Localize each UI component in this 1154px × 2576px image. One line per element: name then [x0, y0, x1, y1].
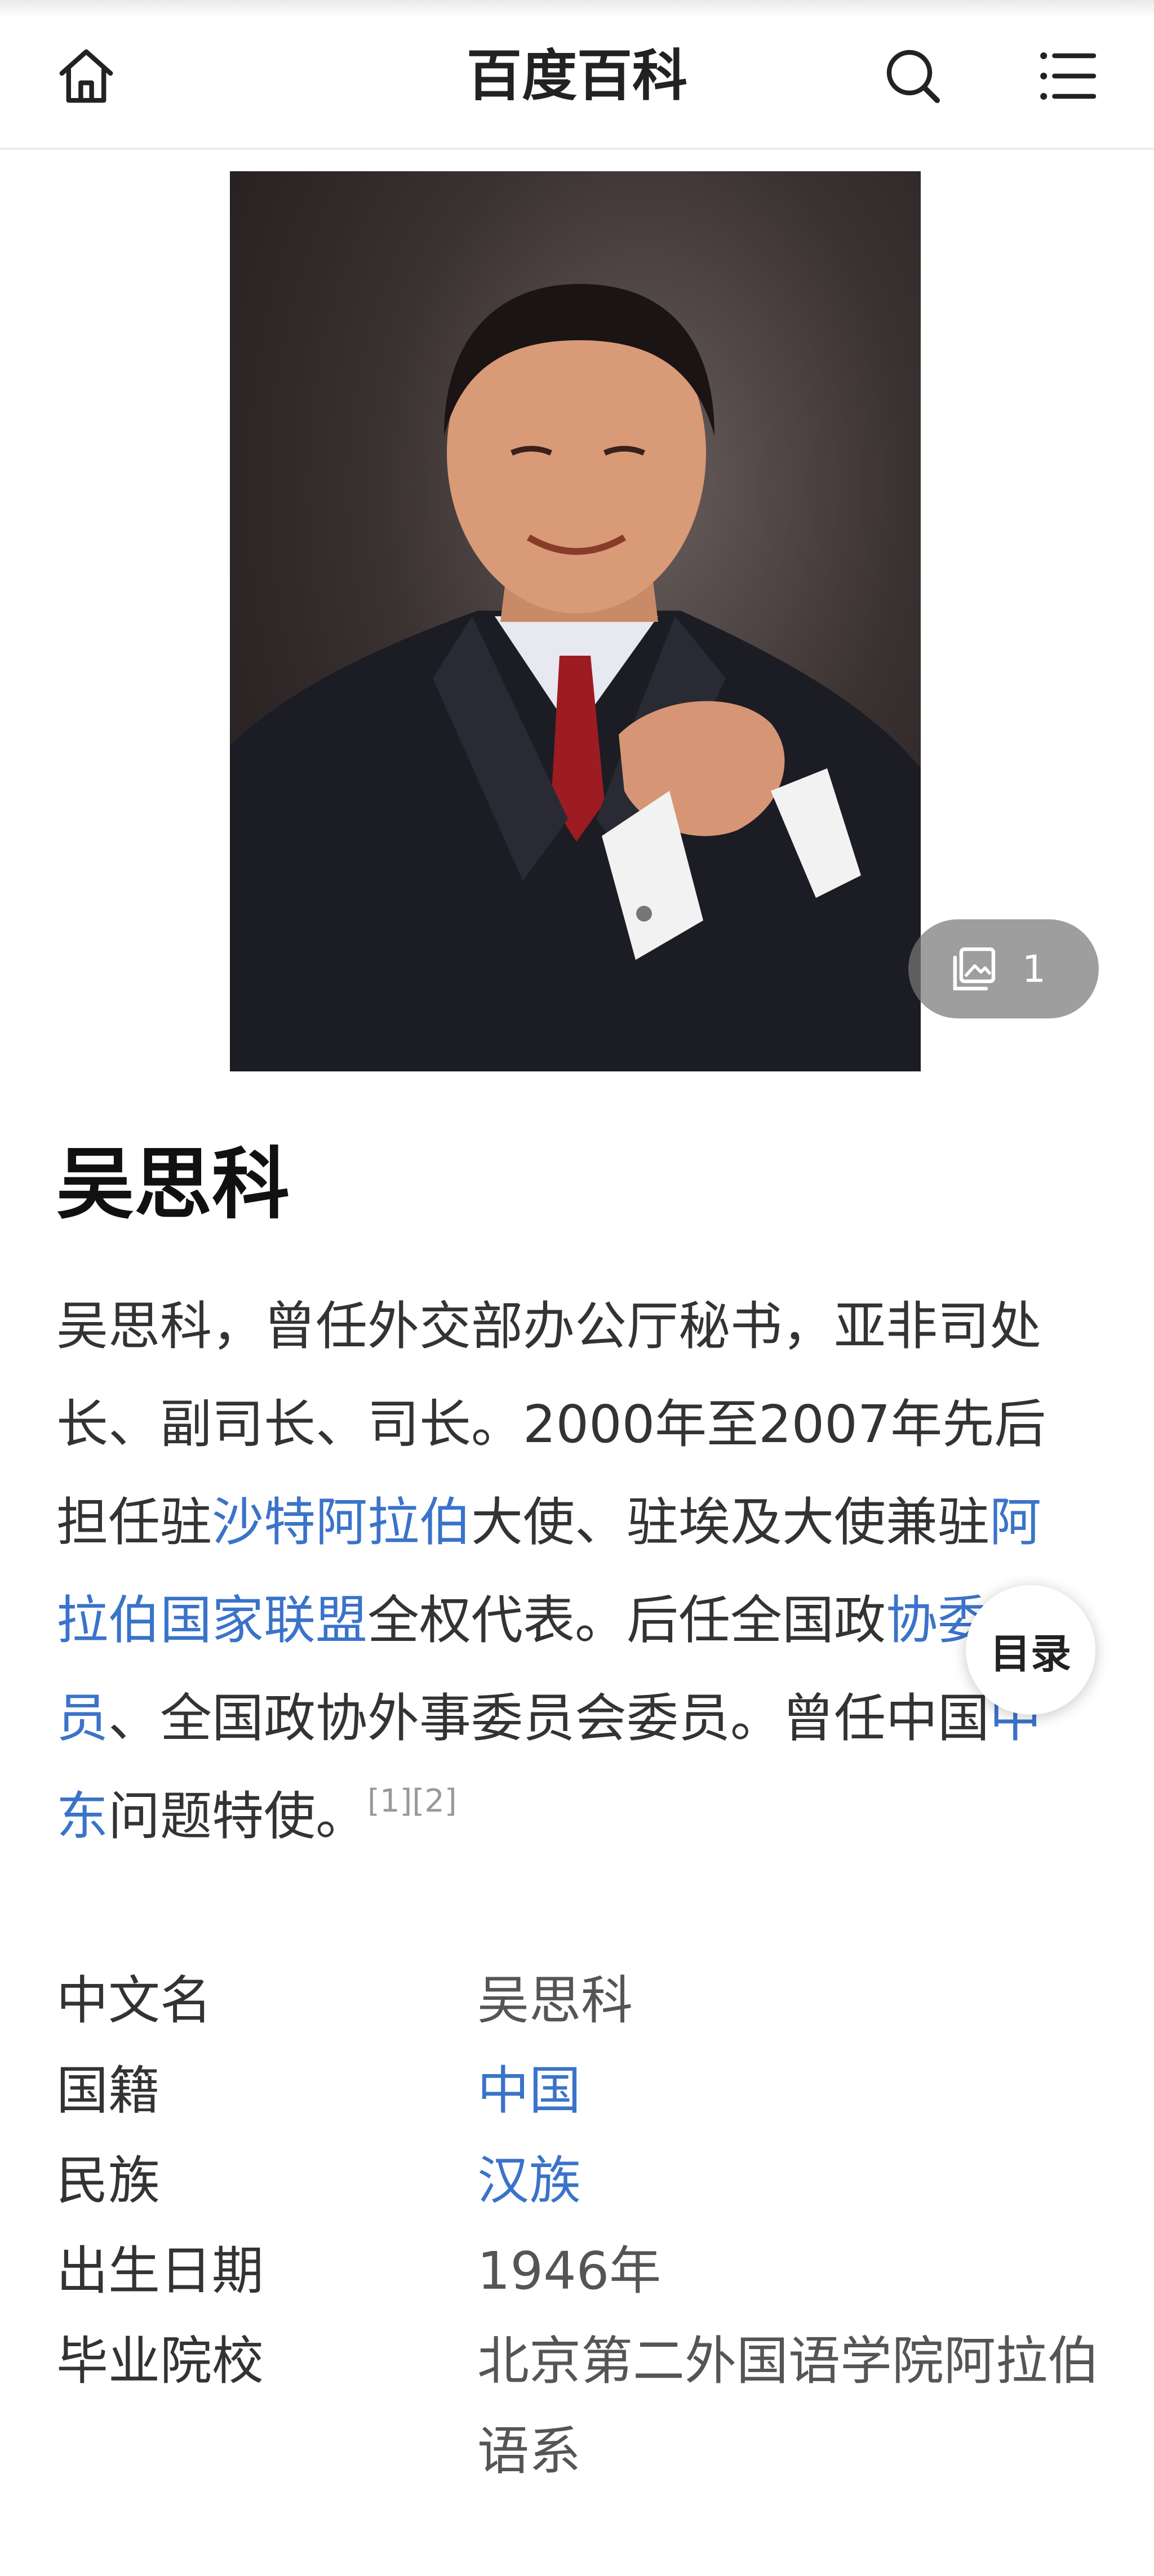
info-label: 中文名 [56, 1970, 212, 2031]
toc-button[interactable]: 目录 [966, 1585, 1095, 1715]
top-navigation-bar: 百度百科 [0, 0, 1154, 150]
info-label: 民族 [56, 2151, 161, 2211]
gallery-count: 1 [1022, 947, 1046, 991]
page: 百度百科 1 吴思科 吴思科，曾任外交部办公厅秘书，亚非司处长、副司长、司长。2… [0, 0, 1154, 2576]
info-value-link[interactable]: 汉族 [477, 2136, 1103, 2226]
info-value: 1946年 [477, 2241, 662, 2301]
basic-info: 中文名 吴思科 国籍 中国 民族 汉族 出生日期 1946年 毕业院校 北京第二… [56, 1956, 1104, 2497]
site-title: 百度百科 [466, 44, 687, 108]
menu-button[interactable] [1030, 39, 1103, 113]
gallery-badge[interactable]: 1 [908, 919, 1099, 1018]
summary-text-3: 全权代表。后任全国政 [367, 1590, 886, 1650]
info-row-chinese-name: 中文名 吴思科 [56, 1956, 1104, 2046]
info-value: 北京第二外国语学院阿拉伯语系 [477, 2331, 1100, 2481]
info-row-ethnicity: 民族 汉族 [56, 2136, 1104, 2226]
info-label: 出生日期 [56, 2241, 264, 2301]
info-label: 国籍 [56, 2061, 161, 2121]
summary-text-4: 、全国政协外事委员会委员。曾任中国 [108, 1688, 990, 1749]
portrait-illustration [230, 284, 921, 1071]
info-row-birth-date: 出生日期 1946年 [56, 2226, 1104, 2316]
link-saudi-arabia[interactable]: 沙特阿拉伯 [212, 1492, 471, 1552]
info-label: 毕业院校 [56, 2331, 264, 2391]
entry-title: 吴思科 [56, 1139, 290, 1230]
info-value-link[interactable]: 中国 [477, 2046, 1103, 2136]
search-button[interactable] [876, 39, 949, 113]
portrait-photo[interactable] [230, 171, 921, 1071]
summary-text-5: 问题特使。 [108, 1786, 368, 1847]
entry-summary: 吴思科，曾任外交部办公厅秘书，亚非司处长、副司长、司长。2000年至2007年先… [56, 1278, 1093, 1866]
summary-text-2: 大使、驻埃及大使兼驻 [471, 1492, 990, 1552]
info-value: 吴思科 [477, 1970, 633, 2031]
info-row-alma-mater: 毕业院校 北京第二外国语学院阿拉伯语系 [56, 2316, 1104, 2497]
menu-icon [1040, 52, 1097, 100]
gallery-icon [953, 947, 996, 991]
search-icon [886, 50, 940, 103]
status-shadow [0, 0, 1154, 17]
info-row-nationality: 国籍 中国 [56, 2046, 1104, 2136]
reference-marks[interactable]: [1][2] [367, 1783, 457, 1819]
